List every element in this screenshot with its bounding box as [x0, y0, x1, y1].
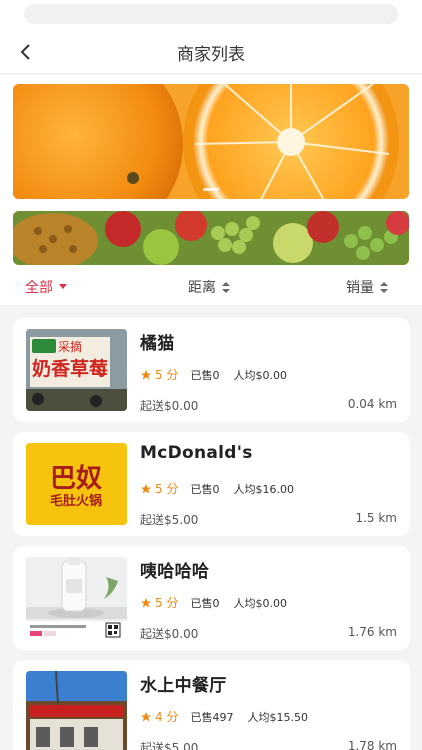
store-card[interactable]: 巴奴 毛肚火锅 McDonald's 5 分 已售0 人均$16.00 起送$5…	[13, 432, 410, 536]
fruits-image	[13, 211, 409, 265]
store-sold: 已售497	[190, 710, 234, 724]
store-sold: 已售0	[190, 368, 220, 382]
store-name: 橘猫	[140, 334, 175, 354]
store-thumbnail: 巴奴 毛肚火锅	[26, 443, 127, 525]
store-card[interactable]: 采摘 奶香草莓 橘猫 5 分 已售0 人均$0.00 起送$0.00 0.04 …	[13, 318, 410, 422]
page-title: 商家列表	[177, 45, 245, 65]
store-rating: 5 分	[155, 482, 179, 496]
store-distance: 0.04 km	[347, 397, 397, 411]
store-name: McDonald's	[140, 443, 253, 463]
banner-oranges[interactable]	[13, 84, 409, 199]
banner-fruits[interactable]	[13, 211, 409, 265]
logo-text-sub: 毛肚火锅	[50, 493, 102, 509]
store-avg-price: 人均$0.00	[233, 596, 287, 610]
store-avg-price: 人均$15.50	[247, 710, 308, 724]
store-rating: 4 分	[155, 710, 179, 724]
store-rating: 5 分	[155, 596, 179, 610]
filter-bar: 全部 距离 销量	[0, 268, 422, 304]
store-min-order: 起送$5.00	[140, 513, 199, 527]
store-distance: 1.5 km	[355, 511, 397, 525]
store-rating: 5 分	[155, 368, 179, 382]
store-card[interactable]: 水上中餐厅 4 分 已售497 人均$15.50 起送$5.00 1.78 km	[13, 660, 410, 750]
store-thumbnail: 采摘 奶香草莓	[26, 329, 127, 411]
store-min-order: 起送$0.00	[140, 399, 199, 413]
sort-icon	[222, 281, 230, 293]
sort-icon	[380, 281, 388, 293]
store-card[interactable]: 咦哈哈哈 5 分 已售0 人均$0.00 起送$0.00 1.76 km	[13, 546, 410, 650]
sign-text-main: 奶香草莓	[32, 357, 108, 380]
oranges-image	[13, 84, 409, 199]
nav-bar: 商家列表	[0, 30, 422, 74]
filter-sales[interactable]: 销量	[346, 277, 388, 297]
caret-down-icon	[59, 284, 67, 289]
sign-text-top: 采摘	[58, 339, 82, 354]
status-bar-blur	[24, 4, 398, 24]
store-sold: 已售0	[190, 482, 220, 496]
store-thumbnail	[26, 671, 127, 750]
store-avg-price: 人均$16.00	[233, 482, 294, 496]
store-name: 咦哈哈哈	[140, 562, 210, 582]
star-icon	[141, 483, 151, 493]
filter-all-label: 全部	[25, 280, 53, 296]
store-avg-price: 人均$0.00	[233, 368, 287, 382]
store-distance: 1.76 km	[347, 625, 397, 639]
filter-all[interactable]: 全部	[25, 277, 67, 297]
store-min-order: 起送$0.00	[140, 627, 199, 641]
store-name: 水上中餐厅	[140, 676, 227, 696]
filter-sales-label: 销量	[346, 280, 374, 296]
logo-text-main: 巴奴	[50, 464, 102, 494]
star-icon	[141, 711, 151, 721]
filter-distance-label: 距离	[188, 280, 216, 296]
store-sold: 已售0	[190, 596, 220, 610]
store-meta: 4 分 已售497 人均$15.50	[140, 708, 308, 725]
store-thumbnail	[26, 557, 127, 639]
banner-indicator	[203, 188, 219, 191]
product-photo-image	[26, 557, 127, 639]
indicator-dot	[203, 188, 219, 191]
store-meta: 5 分 已售0 人均$0.00	[140, 594, 287, 611]
strawberry-sign-image: 采摘 奶香草莓	[26, 329, 127, 411]
star-icon	[141, 369, 151, 379]
star-icon	[141, 597, 151, 607]
restaurant-photo-image	[26, 671, 127, 750]
store-distance: 1.78 km	[347, 739, 397, 750]
filter-distance[interactable]: 距离	[188, 277, 230, 297]
status-bar	[0, 0, 422, 30]
store-meta: 5 分 已售0 人均$0.00	[140, 366, 287, 383]
banu-logo-image: 巴奴 毛肚火锅	[26, 443, 127, 525]
store-min-order: 起送$5.00	[140, 741, 199, 750]
store-meta: 5 分 已售0 人均$16.00	[140, 480, 294, 497]
